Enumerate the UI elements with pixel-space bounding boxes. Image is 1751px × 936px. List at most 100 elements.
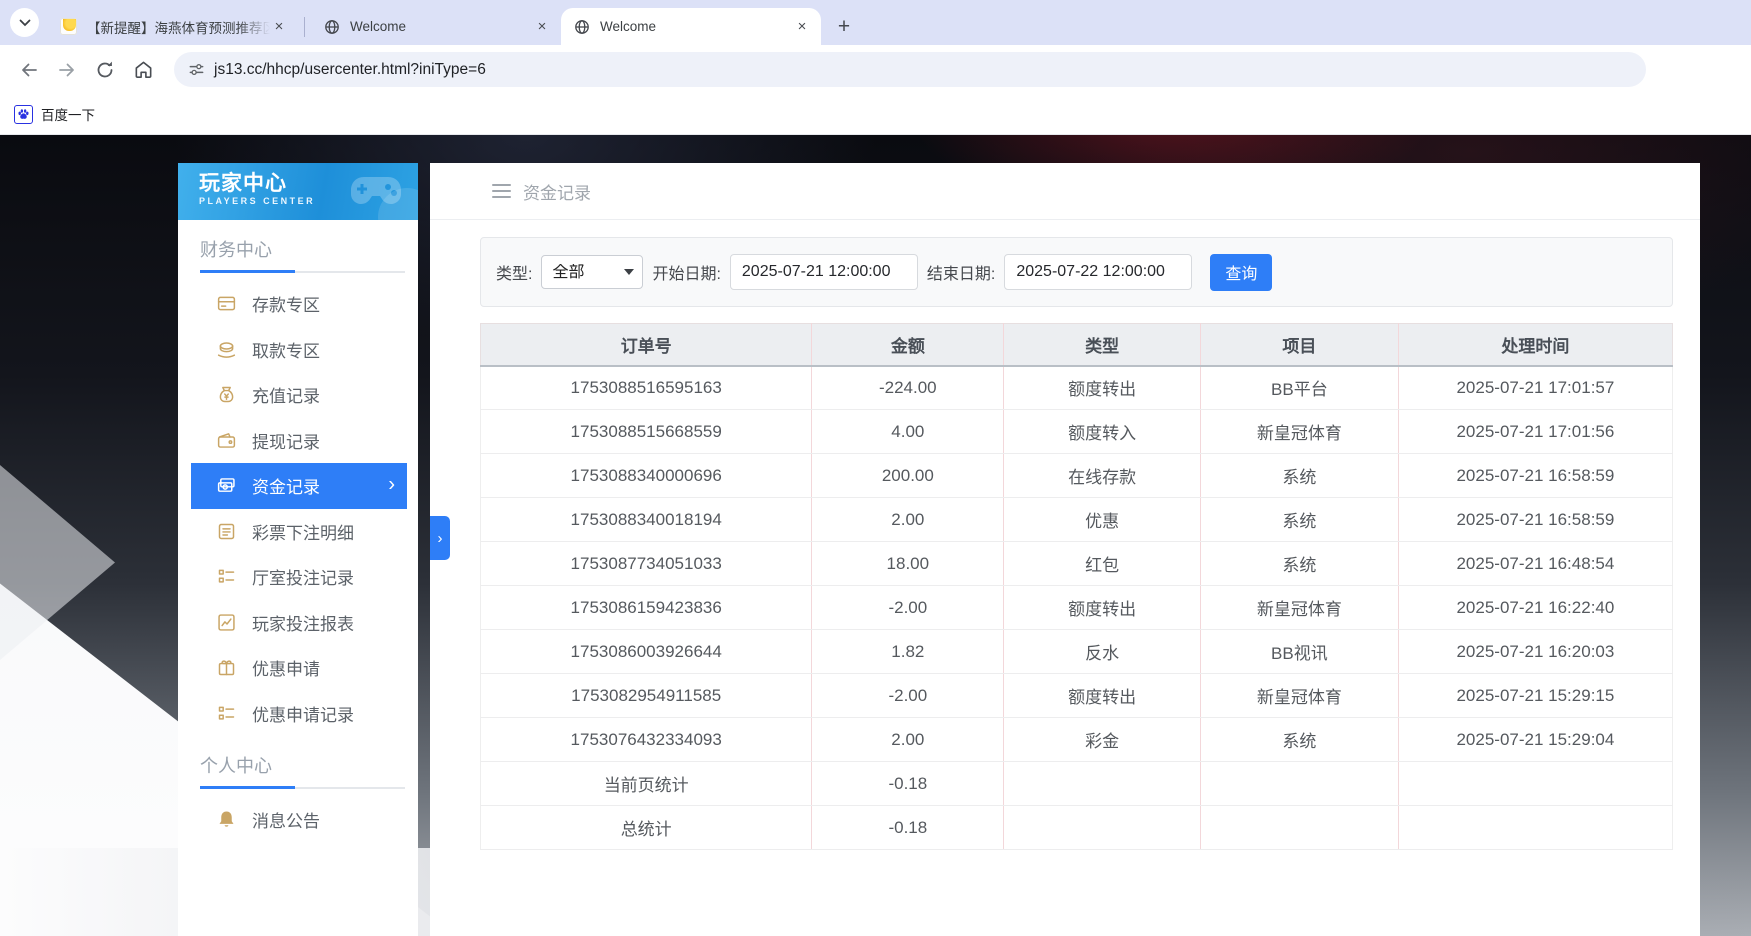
sidebar-item-label: 彩票下注明细 (252, 519, 354, 544)
new-tab-button[interactable]: + (831, 14, 857, 40)
bookmark-label: 百度一下 (41, 104, 95, 124)
sidebar-item[interactable]: 玩家投注报表 (191, 600, 407, 646)
cell-type: 红包 (1004, 542, 1201, 586)
sidebar-item[interactable]: 存款专区 (191, 281, 407, 327)
filter-bar: 类型: 全部 开始日期: 结束日期: 查询 (480, 237, 1673, 307)
type-label: 类型: (496, 260, 532, 284)
column-header: 项目 (1200, 324, 1398, 366)
cell-amount: 4.00 (812, 410, 1004, 454)
back-arrow-icon (19, 60, 39, 80)
tab-close-icon[interactable]: × (533, 18, 551, 36)
cell-order-no: 1753088515668559 (481, 410, 812, 454)
background-triangle (0, 465, 115, 660)
reload-button[interactable] (86, 51, 124, 89)
sidebar-item[interactable]: 提现记录 (191, 418, 407, 464)
table-row: 1753082954911585-2.00额度转出新皇冠体育2025-07-21… (481, 674, 1673, 718)
back-button[interactable] (10, 51, 48, 89)
baidu-paw-icon (14, 105, 33, 124)
page-title: 资金记录 (523, 179, 591, 204)
cell-project: 新皇冠体育 (1200, 410, 1398, 454)
sidebar-section-title: 财务中心 (178, 220, 418, 271)
sidebar-item-label: 厅室投注记录 (252, 564, 354, 589)
forward-arrow-icon (57, 60, 77, 80)
sidebar-item-label: 充值记录 (252, 382, 320, 407)
panel-header: 资金记录 (430, 163, 1700, 220)
sidebar-item[interactable]: 彩票下注明细 (191, 509, 407, 555)
tab-close-icon[interactable]: × (270, 18, 288, 36)
address-bar[interactable]: js13.cc/hhcp/usercenter.html?iniType=6 (174, 52, 1646, 87)
column-header: 类型 (1004, 324, 1201, 366)
moneybag-icon (215, 384, 237, 406)
globe-favicon (323, 18, 340, 35)
yellow-favicon (60, 18, 77, 35)
table-row: 1753088340000696200.00在线存款系统2025-07-21 1… (481, 454, 1673, 498)
type-select[interactable]: 全部 (541, 255, 643, 289)
sidebar: 玩家中心 PLAYERS CENTER 财务中心存款专区取款专区充值记录提现记录… (178, 163, 418, 936)
cell-type (1004, 806, 1201, 850)
tab-strip: 【新提醒】海燕体育预测推荐区 × Welcome × Welcome × + (0, 0, 1751, 45)
sidebar-item[interactable]: 优惠申请记录 (191, 691, 407, 737)
globe-favicon (573, 18, 590, 35)
sidebar-item-label: 优惠申请记录 (252, 701, 354, 726)
chevron-right-icon: › (388, 473, 395, 496)
column-header: 处理时间 (1398, 324, 1672, 366)
sidebar-item[interactable]: 消息公告 (191, 797, 407, 843)
home-button[interactable] (124, 51, 162, 89)
chart-icon (215, 611, 237, 633)
section-underline (200, 271, 405, 273)
bookmarks-bar: 百度一下 (0, 94, 1751, 135)
search-button[interactable]: 查询 (1210, 254, 1272, 291)
menu-icon[interactable] (492, 184, 511, 199)
start-date-input[interactable] (730, 254, 918, 290)
gift-icon (215, 657, 237, 679)
browser-tab-2[interactable]: Welcome × (311, 8, 561, 45)
column-header: 金额 (812, 324, 1004, 366)
sidebar-item[interactable]: 资金记录› (191, 463, 407, 509)
browser-tab-1[interactable]: 【新提醒】海燕体育预测推荐区 × (48, 8, 298, 45)
bookmark-baidu[interactable]: 百度一下 (14, 104, 95, 124)
tab-search-button[interactable] (10, 8, 39, 37)
cell-type: 额度转出 (1004, 366, 1201, 410)
end-date-label: 结束日期: (927, 260, 995, 284)
sidebar-item-label: 存款专区 (252, 291, 320, 316)
cell-time (1398, 762, 1672, 806)
chevron-down-icon (19, 19, 31, 27)
sidebar-item[interactable]: 充值记录 (191, 372, 407, 418)
cell-amount: -224.00 (812, 366, 1004, 410)
players-center-subtitle: PLAYERS CENTER (199, 196, 418, 206)
sidebar-item-label: 取款专区 (252, 337, 320, 362)
table-row: 17530860039266441.82反水BB视讯2025-07-21 16:… (481, 630, 1673, 674)
summary-row: 当前页统计-0.18 (481, 762, 1673, 806)
section-underline (200, 787, 405, 789)
column-header: 订单号 (481, 324, 812, 366)
sidebar-collapse-handle[interactable]: › (430, 516, 450, 560)
table-row: 17530764323340932.00彩金系统2025-07-21 15:29… (481, 718, 1673, 762)
browser-tab-3-active[interactable]: Welcome × (561, 8, 821, 45)
browser-toolbar: js13.cc/hhcp/usercenter.html?iniType=6 (0, 45, 1751, 94)
browser-window: 【新提醒】海燕体育预测推荐区 × Welcome × Welcome × + (0, 0, 1751, 936)
sidebar-item-label: 消息公告 (252, 807, 320, 832)
table-row: 17530885156685594.00额度转入新皇冠体育2025-07-21 … (481, 410, 1673, 454)
cell-type: 优惠 (1004, 498, 1201, 542)
cell-project: 系统 (1200, 542, 1398, 586)
sidebar-section-title: 个人中心 (178, 736, 418, 787)
cell-order-no: 1753076432334093 (481, 718, 812, 762)
end-date-input[interactable] (1004, 254, 1192, 290)
tab-close-icon[interactable]: × (793, 18, 811, 36)
site-settings-icon (188, 61, 205, 78)
table-row: 175308773405103318.00红包系统2025-07-21 16:4… (481, 542, 1673, 586)
cell-order-no: 1753088340000696 (481, 454, 812, 498)
cell-order-no: 1753088340018194 (481, 498, 812, 542)
hand-coin-icon (215, 338, 237, 360)
cell-time: 2025-07-21 16:58:59 (1398, 454, 1672, 498)
wallet-icon (215, 429, 237, 451)
forward-button[interactable] (48, 51, 86, 89)
sidebar-item[interactable]: 优惠申请 (191, 645, 407, 691)
cell-time: 2025-07-21 15:29:15 (1398, 674, 1672, 718)
funds-record-table: 订单号金额类型项目处理时间 1753088516595163-224.00额度转… (480, 323, 1673, 850)
sidebar-item[interactable]: 取款专区 (191, 327, 407, 373)
sidebar-item-label: 优惠申请 (252, 655, 320, 680)
card-icon (215, 293, 237, 315)
cell-order-no: 1753082954911585 (481, 674, 812, 718)
sidebar-item[interactable]: 厅室投注记录 (191, 554, 407, 600)
